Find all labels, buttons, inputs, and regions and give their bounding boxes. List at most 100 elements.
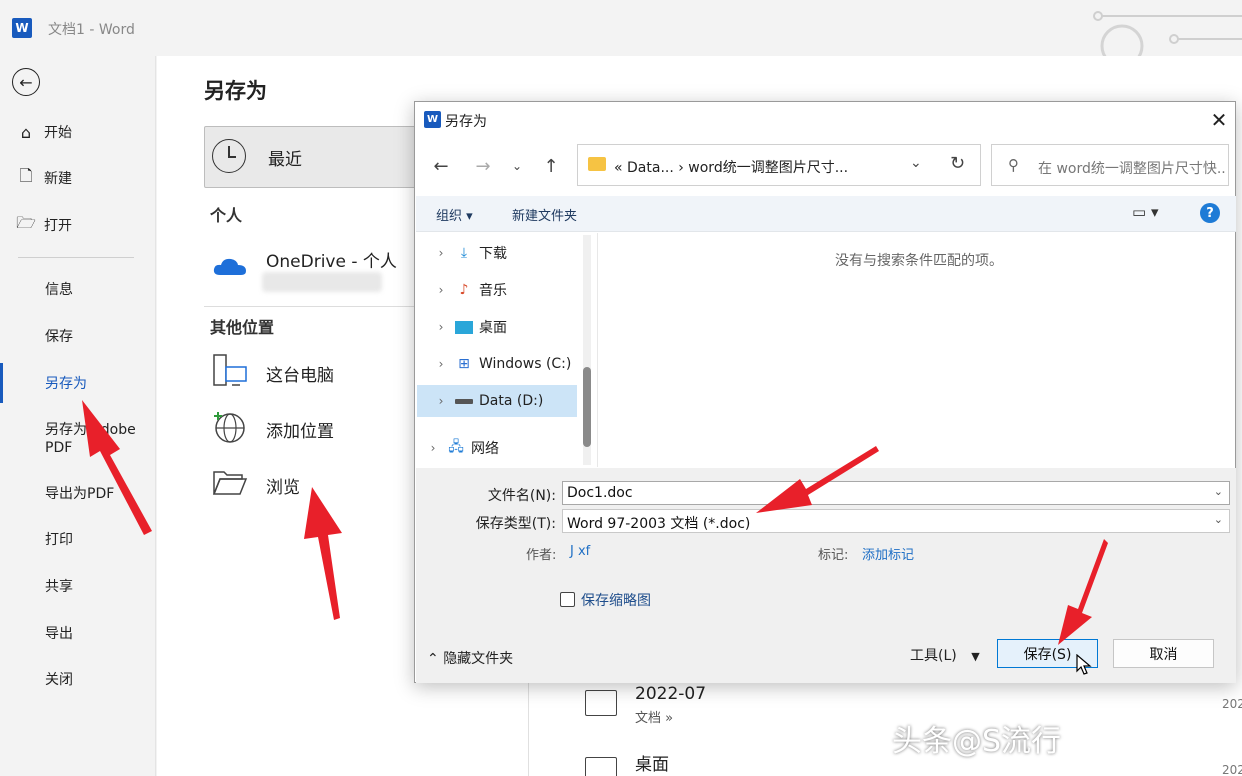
annotation-arrow — [756, 446, 879, 513]
tags-label: 标记: — [818, 548, 849, 563]
back-arrow-icon[interactable]: ← — [427, 152, 455, 180]
drive-icon — [453, 393, 475, 409]
thumbnail-checkbox[interactable] — [560, 592, 575, 607]
chevron-right-icon[interactable]: › — [429, 246, 453, 260]
annotation-arrow — [304, 487, 342, 620]
nav-item-export[interactable]: 导出 — [45, 625, 73, 643]
recent-folder-name[interactable]: 2022-07 — [635, 684, 706, 704]
mouse-cursor-icon — [1076, 654, 1092, 675]
view-options-icon[interactable]: ▭ ▾ — [1132, 203, 1158, 221]
this-pc-location[interactable]: 这台电脑 — [266, 361, 334, 386]
thumbnail-label[interactable]: 保存缩略图 — [581, 590, 651, 610]
chevron-right-icon[interactable]: › — [429, 283, 453, 297]
search-input[interactable]: 在 word统一调整图片尺寸快... — [1038, 158, 1226, 178]
empty-results-message: 没有与搜索条件匹配的项。 — [835, 253, 1003, 269]
computer-icon — [213, 354, 247, 386]
forward-arrow-icon[interactable]: → — [469, 152, 497, 180]
hide-folders-label: 隐藏文件夹 — [443, 651, 514, 667]
nav-item-home[interactable]: ⌂ 开始 — [16, 120, 72, 144]
tree-item-label: Data (D:) — [479, 393, 544, 409]
filename-value[interactable]: Doc1.doc — [567, 485, 633, 501]
windows-drive-icon: ⊞ — [458, 356, 470, 372]
cancel-button[interactable]: 取消 — [1113, 639, 1214, 668]
page-title: 另存为 — [204, 79, 267, 103]
nav-divider — [18, 257, 134, 258]
date-clip: 202 — [1222, 763, 1242, 776]
tree-item-windows-c[interactable]: › ⊞ Windows (C:) — [429, 348, 589, 380]
tree-item-music[interactable]: › ♪ 音乐 — [429, 274, 589, 306]
chevron-right-icon[interactable]: › — [429, 357, 453, 371]
blurred-account — [262, 272, 382, 292]
search-icon: ⚲ — [1008, 156, 1019, 174]
nav-active-indicator — [0, 363, 3, 403]
close-button[interactable]: ✕ — [1207, 108, 1231, 132]
filetype-select[interactable]: Word 97-2003 文档 (*.doc) ⌄ — [562, 509, 1230, 533]
refresh-icon[interactable]: ↻ — [950, 153, 965, 174]
word-dialog-icon: W — [424, 111, 441, 128]
home-icon: ⌂ — [20, 122, 32, 142]
chevron-right-icon[interactable]: › — [421, 441, 445, 455]
pane-divider[interactable] — [597, 233, 598, 467]
nav-item-new[interactable]: 🗋 新建 — [16, 166, 72, 190]
browse-location[interactable]: 浏览 — [266, 473, 300, 498]
nav-item-share[interactable]: 共享 — [45, 578, 73, 596]
nav-item-save[interactable]: 保存 — [45, 328, 73, 346]
chevron-down-icon[interactable]: ⌄ — [1214, 513, 1223, 526]
new-doc-icon: 🗋 — [19, 165, 33, 185]
recent-folder-name[interactable]: 桌面 — [635, 750, 669, 775]
caret-down-icon: ▼ — [971, 650, 980, 663]
nav-item-label: 新建 — [44, 171, 72, 187]
nav-item-print[interactable]: 打印 — [45, 531, 73, 549]
add-location[interactable]: 添加位置 — [266, 417, 334, 442]
back-button[interactable]: ← — [12, 68, 40, 96]
tree-item-desktop[interactable]: › 桌面 — [429, 311, 589, 343]
nav-item-open[interactable]: 🗁 打开 — [16, 213, 72, 237]
filetype-value[interactable]: Word 97-2003 文档 (*.doc) — [567, 516, 750, 532]
filename-label: 文件名(N): — [487, 488, 556, 504]
tree-item-label: 桌面 — [479, 320, 507, 336]
recent-locations-chevron-icon[interactable]: ⌄ — [503, 152, 531, 180]
folder-icon — [585, 757, 617, 776]
nav-item-info[interactable]: 信息 — [45, 281, 73, 299]
author-value[interactable]: J xf — [570, 544, 590, 559]
chevron-up-icon: ⌃ — [427, 651, 439, 667]
tools-button[interactable]: 工具(L) ▼ — [910, 645, 980, 665]
filetype-label: 保存类型(T): — [475, 516, 556, 532]
hide-folders-button[interactable]: ⌃ 隐藏文件夹 — [427, 648, 513, 668]
new-folder-button[interactable]: 新建文件夹 — [512, 205, 577, 224]
recent-folder-path: 文档 » — [635, 711, 674, 726]
tree-item-downloads[interactable]: › ⤓ 下载 — [429, 237, 589, 269]
author-label: 作者: — [526, 548, 557, 563]
title-bar — [0, 0, 1242, 56]
nav-item-close[interactable]: 关闭 — [45, 671, 73, 689]
chevron-right-icon[interactable]: › — [429, 320, 453, 334]
annotation-arrow — [82, 400, 152, 535]
tree-item-label: 网络 — [471, 441, 499, 457]
word-app-icon: W — [12, 18, 32, 38]
tree-item-network[interactable]: › 🖧 网络 — [421, 432, 581, 464]
folder-icon — [585, 690, 617, 716]
chevron-right-icon[interactable]: › — [429, 394, 453, 408]
save-as-dialog: W 另存为 ✕ ← → ⌄ ↑ « Data... › word统一调整图片尺寸… — [414, 101, 1236, 683]
address-path[interactable]: « Data... › word统一调整图片尺寸... — [614, 157, 848, 177]
personal-header: 个人 — [210, 206, 243, 225]
folder-open-icon — [212, 471, 248, 495]
up-arrow-icon[interactable]: ↑ — [537, 152, 565, 180]
chevron-down-icon[interactable]: ⌄ — [910, 155, 922, 171]
open-folder-icon: 🗁 — [16, 212, 36, 232]
onedrive-location[interactable]: OneDrive - 个人 — [266, 247, 397, 272]
help-button[interactable]: ? — [1200, 203, 1220, 223]
scrollbar-thumb[interactable] — [583, 367, 591, 447]
address-bar[interactable]: « Data... › word统一调整图片尺寸... ⌄ ↻ — [577, 144, 981, 186]
window-title: 文档1 - Word — [48, 22, 135, 38]
filename-field[interactable]: Doc1.doc ⌄ — [562, 481, 1230, 505]
tags-value[interactable]: 添加标记 — [862, 544, 914, 563]
nav-item-save-as[interactable]: 另存为 — [45, 375, 87, 393]
globe-add-icon — [214, 412, 245, 443]
organize-button[interactable]: 组织 ▾ — [436, 205, 473, 224]
search-box[interactable]: ⚲ 在 word统一调整图片尺寸快... — [991, 144, 1229, 186]
chevron-down-icon[interactable]: ⌄ — [1214, 485, 1223, 498]
other-locations-header: 其他位置 — [210, 318, 275, 337]
tree-item-data-d[interactable]: › Data (D:) — [429, 385, 589, 417]
music-icon: ♪ — [459, 282, 469, 298]
